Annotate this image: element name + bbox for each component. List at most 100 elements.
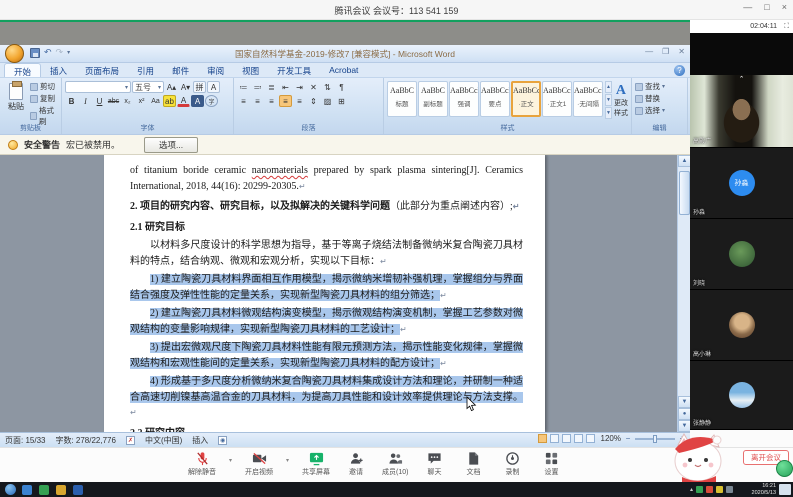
invite-button[interactable]: 邀请 xyxy=(343,451,369,477)
minimize-icon[interactable]: — xyxy=(743,2,752,12)
taskbar-folder-icon[interactable] xyxy=(56,485,66,495)
word-restore-icon[interactable]: ❐ xyxy=(662,47,669,56)
tab-acrobat[interactable]: Acrobat xyxy=(320,63,367,77)
highlight-color-button[interactable]: ab xyxy=(163,95,176,107)
font-size-combo[interactable]: 五号▾ xyxy=(132,81,164,93)
tab-home[interactable]: 开始 xyxy=(4,63,41,77)
zoom-level[interactable]: 120% xyxy=(601,434,621,443)
next-page-icon[interactable]: ▼ xyxy=(678,420,690,432)
font-name-combo[interactable]: ▾ xyxy=(65,81,131,93)
word-close-icon[interactable]: ✕ xyxy=(678,47,685,56)
start-button[interactable] xyxy=(5,484,16,495)
participant-tile[interactable]: 刘晓 xyxy=(690,219,793,290)
italic-button[interactable]: I xyxy=(79,95,92,107)
distribute-button[interactable]: ≡ xyxy=(293,95,306,107)
document-page[interactable]: of titanium boride ceramic nanomaterials… xyxy=(104,155,545,432)
help-icon[interactable]: ? xyxy=(674,65,685,76)
tab-review[interactable]: 审阅 xyxy=(198,63,233,77)
bullets-button[interactable]: ≔ xyxy=(237,81,250,93)
bold-button[interactable]: B xyxy=(65,95,78,107)
decrease-indent-button[interactable]: ⇤ xyxy=(279,81,292,93)
grow-font-button[interactable]: A▴ xyxy=(165,81,178,93)
taskbar-word-icon[interactable] xyxy=(73,485,83,495)
tab-page-layout[interactable]: 页面布局 xyxy=(76,63,128,77)
align-left-button[interactable]: ≡ xyxy=(237,95,250,107)
security-options-button[interactable]: 选项... xyxy=(144,137,198,153)
start-video-button[interactable]: 开启视频 xyxy=(245,451,273,477)
tray-chevron-icon[interactable]: ▴ xyxy=(690,486,693,493)
documents-button[interactable]: 文档 xyxy=(460,451,486,477)
change-case-button[interactable]: Aa xyxy=(149,95,162,107)
cut-button[interactable]: 剪切 xyxy=(30,81,58,92)
change-styles-button[interactable]: A 更改样式 xyxy=(614,81,628,118)
enclose-characters-button[interactable]: 字 xyxy=(205,95,218,107)
tab-view[interactable]: 视图 xyxy=(233,63,268,77)
sort-button[interactable]: ⇅ xyxy=(321,81,334,93)
word-minimize-icon[interactable]: — xyxy=(645,47,653,56)
input-method-icon[interactable] xyxy=(779,484,791,495)
collapse-chevron-icon[interactable]: ⌃ xyxy=(690,75,793,83)
scrollbar-thumb[interactable] xyxy=(679,171,690,215)
strikethrough-button[interactable]: abc xyxy=(107,95,120,107)
scroll-up-icon[interactable]: ▲ xyxy=(678,155,690,167)
wechat-float-icon[interactable] xyxy=(776,460,793,477)
language-indicator[interactable]: 中文(中国) xyxy=(145,435,182,446)
clear-button[interactable]: ✕ xyxy=(307,81,320,93)
style-heading[interactable]: AaBbC标题 xyxy=(387,81,417,117)
character-border-button[interactable]: A xyxy=(207,81,220,93)
taskbar-clock[interactable]: 16:21 2020/5/13 xyxy=(736,483,776,496)
browse-object-icon[interactable]: ● xyxy=(678,408,690,420)
borders-button[interactable]: ⊞ xyxy=(335,95,348,107)
tray-icon-gray[interactable] xyxy=(726,486,733,493)
spellcheck-icon[interactable]: ✗ xyxy=(126,436,135,445)
taskbar-wechat-icon[interactable] xyxy=(39,485,49,495)
camera-dropdown-icon[interactable]: ▾ xyxy=(286,457,289,477)
tab-references[interactable]: 引用 xyxy=(128,63,163,77)
mic-dropdown-icon[interactable]: ▾ xyxy=(229,457,232,477)
line-spacing-button[interactable]: ⇕ xyxy=(307,95,320,107)
outline-view-icon[interactable] xyxy=(574,434,583,443)
tray-icon-red[interactable] xyxy=(706,486,713,493)
page-indicator[interactable]: 页面: 15/33 xyxy=(5,435,45,446)
document-area[interactable]: of titanium boride ceramic nanomaterials… xyxy=(0,155,690,432)
tab-insert[interactable]: 插入 xyxy=(41,63,76,77)
numbering-button[interactable]: ≕ xyxy=(251,81,264,93)
print-layout-view-icon[interactable] xyxy=(538,434,547,443)
unmute-button[interactable]: 解除静音 xyxy=(188,451,216,477)
multilevel-list-button[interactable]: ≣ xyxy=(265,81,278,93)
style-emphasis[interactable]: AaBbCcD强调 xyxy=(449,81,479,117)
members-button[interactable]: 成员(10) xyxy=(382,451,408,477)
zoom-slider-thumb[interactable] xyxy=(653,435,657,443)
phonetic-guide-button[interactable]: 拼 xyxy=(193,81,206,93)
zoom-out-icon[interactable]: − xyxy=(624,434,632,443)
find-button[interactable]: 查找▾ xyxy=(635,81,684,92)
style-keypoint[interactable]: AaBbCcD要点 xyxy=(480,81,510,117)
style-normal1[interactable]: AaBbCcI·正文1 xyxy=(542,81,572,117)
replace-button[interactable]: 替换 xyxy=(635,93,684,104)
participant-tile[interactable]: 张静静 xyxy=(690,361,793,430)
underline-button[interactable]: U xyxy=(93,95,106,107)
select-button[interactable]: 选择▾ xyxy=(635,105,684,116)
vertical-scrollbar[interactable]: ▲ ▼ ● ▼ xyxy=(677,155,690,432)
close-icon[interactable]: × xyxy=(782,2,787,12)
tray-icon-green[interactable] xyxy=(696,486,703,493)
style-subtitle[interactable]: AaBbC副标题 xyxy=(418,81,448,117)
participant-tile[interactable]: 孙淼 孙淼 xyxy=(690,148,793,219)
scroll-down-icon[interactable]: ▼ xyxy=(678,396,690,408)
word-count[interactable]: 字数: 278/22,776 xyxy=(55,435,115,446)
maximize-icon[interactable]: □ xyxy=(764,2,769,12)
tab-developer[interactable]: 开发工具 xyxy=(268,63,320,77)
shading-button[interactable]: ▨ xyxy=(321,95,334,107)
show-marks-button[interactable]: ¶ xyxy=(335,81,348,93)
superscript-button[interactable]: x² xyxy=(135,95,148,107)
record-button[interactable]: 录制 xyxy=(499,451,525,477)
style-gallery-scroll[interactable]: ▲▼▼ xyxy=(605,81,612,117)
web-layout-view-icon[interactable] xyxy=(562,434,571,443)
copy-button[interactable]: 复制 xyxy=(30,93,58,104)
align-right-button[interactable]: ≡ xyxy=(265,95,278,107)
increase-indent-button[interactable]: ⇥ xyxy=(293,81,306,93)
tray-icon-yellow[interactable] xyxy=(716,486,723,493)
taskbar-browser-icon[interactable] xyxy=(22,485,32,495)
fullscreen-view-icon[interactable] xyxy=(550,434,559,443)
draft-view-icon[interactable] xyxy=(586,434,595,443)
